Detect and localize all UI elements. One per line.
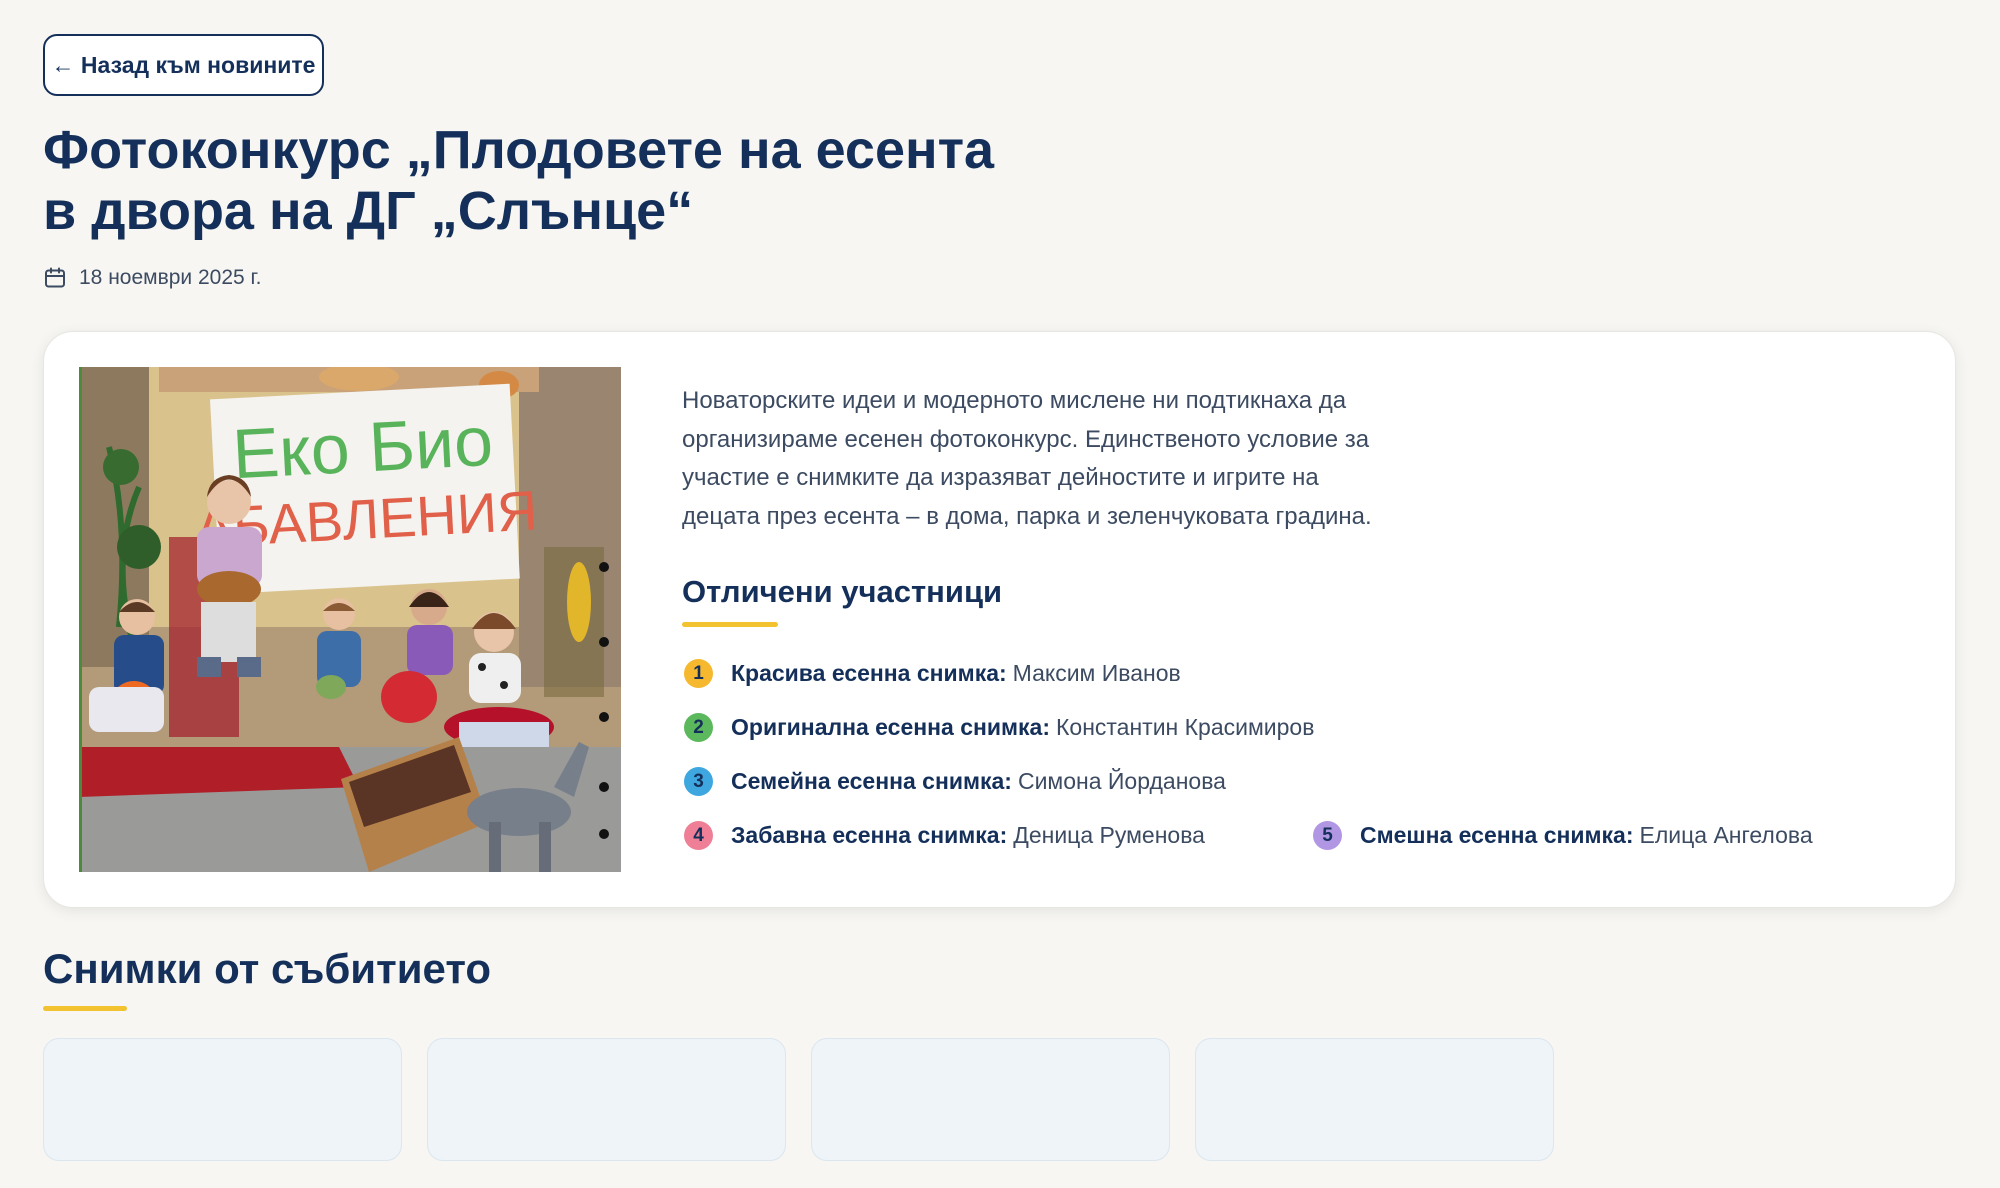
winner-item-3: 3 Семейна есенна снимка: Симона Йорданов…	[684, 767, 1226, 796]
winner-item-1: 1 Красива есенна снимка: Максим Иванов	[684, 659, 1181, 688]
publish-date: 18 ноември 2025 г.	[43, 266, 261, 290]
winner-name: Симона Йорданова	[1017, 768, 1226, 794]
winner-item-5: 5 Смешна есенна снимка: Елица Ангелова	[1313, 821, 1813, 850]
page-title: Фотоконкурс „Плодовете на есента в двора…	[43, 120, 1143, 242]
winner-name: Константин Красимиров	[1056, 714, 1315, 740]
badge-3: 3	[684, 767, 713, 796]
title-line-2: в двора на ДГ „Слънце“	[43, 181, 694, 241]
article-description: Новаторските идеи и модерното мислене ни…	[682, 387, 1372, 530]
winner-category: Семейна есенна снимка:	[731, 768, 1012, 794]
winner-item-2: 2 Оригинална есенна снимка: Константин К…	[684, 713, 1314, 742]
winner-item-4: 4 Забавна есенна снимка: Деница Руменова	[684, 821, 1205, 850]
winners-heading-underline	[682, 622, 778, 627]
banner-text-line1: Еко Био	[231, 402, 495, 494]
back-to-news-label: ← Назад към новините	[51, 51, 316, 78]
gallery-thumbnail-3[interactable]	[811, 1038, 1170, 1161]
winner-category: Забавна есенна снимка:	[731, 822, 1008, 848]
back-to-news-button[interactable]: ← Назад към новините	[43, 34, 324, 96]
winner-name: Деница Руменова	[1013, 822, 1205, 848]
winner-category: Красива есенна снимка:	[731, 660, 1007, 686]
calendar-icon	[43, 266, 67, 290]
winner-category: Оригинална есенна снимка:	[731, 714, 1051, 740]
article-photo[interactable]: Еко Био АБАВЛЕНИЯ	[79, 367, 621, 872]
winners-heading: Отличени участници	[682, 574, 1003, 609]
gallery-thumbnail-1[interactable]	[43, 1038, 402, 1161]
title-line-1: Фотоконкурс „Плодовете на есента	[43, 120, 995, 180]
badge-5: 5	[1313, 821, 1342, 850]
badge-4: 4	[684, 821, 713, 850]
gallery-thumbnail-4[interactable]	[1195, 1038, 1554, 1161]
gallery-heading-underline	[43, 1006, 127, 1011]
article-card: Еко Био АБАВЛЕНИЯ Новаторските идеи и мо…	[43, 331, 1956, 908]
badge-1: 1	[684, 659, 713, 688]
gallery-heading: Снимки от събитието	[43, 945, 491, 992]
badge-2: 2	[684, 713, 713, 742]
winner-name: Елица Ангелова	[1639, 822, 1813, 848]
winner-name: Максим Иванов	[1012, 660, 1181, 686]
gallery-thumbnail-2[interactable]	[427, 1038, 786, 1161]
winner-category: Смешна есенна снимка:	[1360, 822, 1634, 848]
date-text: 18 ноември 2025 г.	[79, 266, 262, 289]
